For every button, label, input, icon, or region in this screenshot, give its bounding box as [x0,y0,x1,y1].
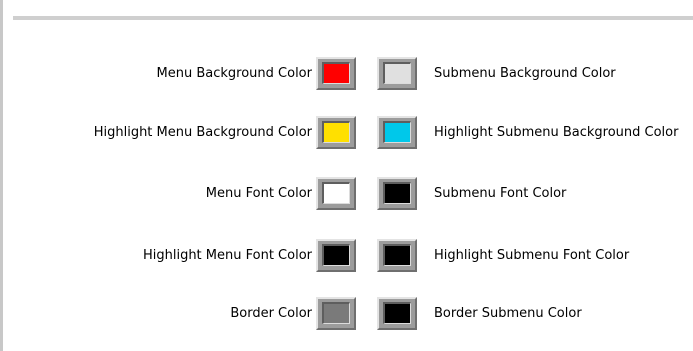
row-menu-background: Menu Background Color Submenu Background… [3,55,686,95]
swatch-fill [383,121,411,143]
menu-background-color-swatch[interactable] [316,57,356,90]
menu-font-color-label: Menu Font Color [205,186,312,201]
swatch-fill [383,62,411,84]
submenu-font-color-label: Submenu Font Color [434,186,567,201]
swatch-fill [322,121,350,143]
highlight-submenu-font-color-label: Highlight Submenu Font Color [434,248,630,263]
border-color-swatch[interactable] [316,297,356,330]
border-submenu-color-label: Border Submenu Color [434,306,582,321]
color-settings-panel: Menu Background Color Submenu Background… [0,0,693,351]
border-submenu-color-swatch[interactable] [377,297,417,330]
submenu-font-color-swatch[interactable] [377,177,417,210]
highlight-menu-font-color-swatch[interactable] [316,239,356,272]
highlight-submenu-background-color-swatch[interactable] [377,116,417,149]
row-highlight-font: Highlight Menu Font Color Highlight Subm… [3,237,686,277]
submenu-background-color-swatch[interactable] [377,57,417,90]
submenu-background-color-label: Submenu Background Color [434,66,616,81]
swatch-fill [383,182,411,204]
highlight-submenu-font-color-swatch[interactable] [377,239,417,272]
swatch-fill [322,62,350,84]
color-rows-container: Menu Background Color Submenu Background… [3,0,686,351]
swatch-fill [383,302,411,324]
swatch-fill [322,302,350,324]
swatch-fill [322,182,350,204]
highlight-submenu-background-color-label: Highlight Submenu Background Color [434,125,679,140]
highlight-menu-font-color-label: Highlight Menu Font Color [142,248,312,263]
highlight-menu-background-color-swatch[interactable] [316,116,356,149]
menu-background-color-label: Menu Background Color [156,66,312,81]
highlight-menu-background-color-label: Highlight Menu Background Color [93,125,312,140]
row-font: Menu Font Color Submenu Font Color [3,175,686,215]
swatch-fill [322,244,350,266]
swatch-fill [383,244,411,266]
border-color-label: Border Color [230,306,312,321]
row-border: Border Color Border Submenu Color [3,295,686,335]
menu-font-color-swatch[interactable] [316,177,356,210]
row-highlight-background: Highlight Menu Background Color Highligh… [3,114,686,154]
